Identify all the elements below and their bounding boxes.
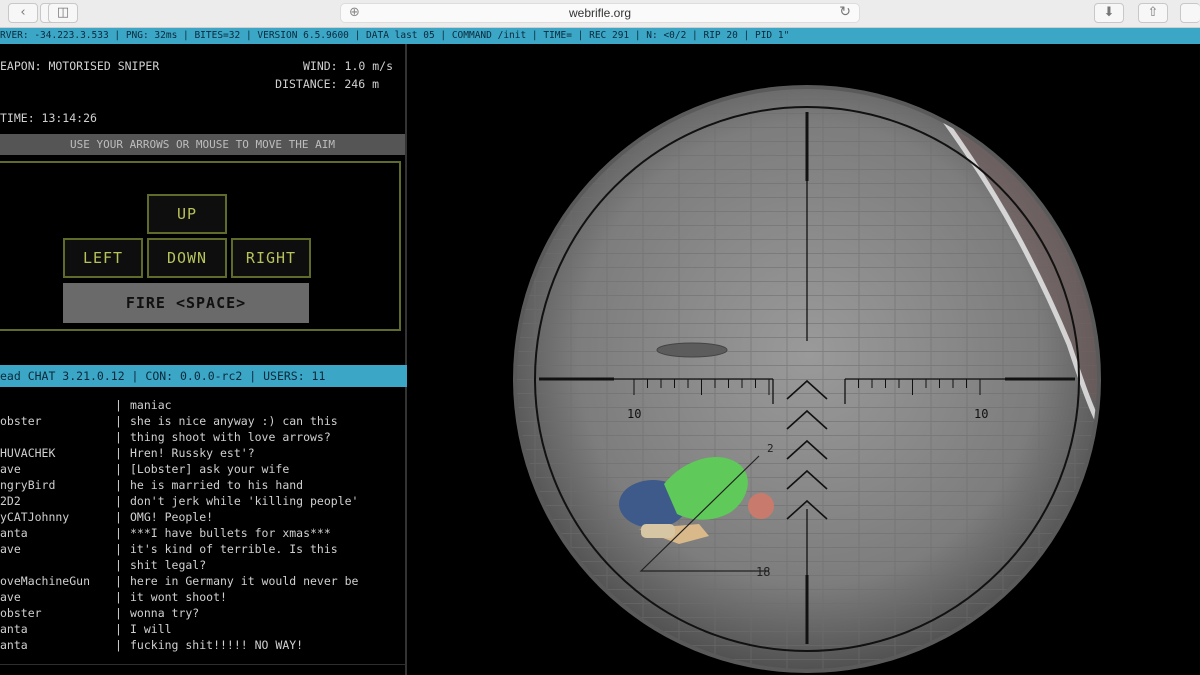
address-bar[interactable]: ⊕ webrifle.org ↻: [340, 3, 860, 23]
chat-separator: |: [115, 398, 122, 412]
right-mil-label: 10: [974, 407, 988, 421]
chat-message: ave | it wont shoot!: [0, 589, 405, 605]
chat-username: 2D2: [0, 494, 21, 508]
chat-separator: |: [115, 574, 122, 588]
back-button[interactable]: ‹: [8, 3, 38, 23]
chat-text: Hren! Russky est'?: [130, 446, 255, 460]
scope-view[interactable]: 18 2 10 10: [409, 44, 1200, 675]
chat-separator: |: [115, 414, 122, 428]
down-button[interactable]: DOWN: [147, 238, 227, 278]
chat-separator: |: [115, 430, 122, 444]
chat-log: | maniac obster | she is nice anyway :) can …: [0, 397, 405, 653]
chat-message: oveMachineGun | here in Germany it would n…: [0, 573, 405, 589]
chat-username: ave: [0, 542, 21, 556]
chat-text: it wont shoot!: [130, 590, 227, 604]
chat-message: 2D2 | don't jerk while 'killing people': [0, 493, 405, 509]
chat-username: obster: [0, 606, 42, 620]
left-button[interactable]: LEFT: [63, 238, 143, 278]
chat-text: thing shoot with love arrows?: [130, 430, 331, 444]
chat-text: shit legal?: [130, 558, 207, 572]
chat-message: ave | it's kind of terrible. Is this: [0, 541, 405, 557]
chat-message: | thing shoot with love arrows?: [0, 429, 405, 445]
chat-separator: |: [115, 494, 122, 508]
reload-icon[interactable]: ↻: [839, 4, 851, 20]
chat-input[interactable]: [0, 664, 405, 675]
up-button[interactable]: UP: [147, 194, 227, 234]
chat-separator: |: [115, 526, 122, 540]
right-button[interactable]: RIGHT: [231, 238, 311, 278]
chat-separator: |: [115, 542, 122, 556]
chat-username: yCATJohnny: [0, 510, 70, 524]
chat-message: anta | I will: [0, 621, 405, 637]
share-button[interactable]: ⇧: [1138, 3, 1168, 23]
tabs-button[interactable]: [1180, 3, 1200, 23]
chat-message: | shit legal?: [0, 557, 405, 573]
chat-message: ngryBird | he is married to his hand: [0, 477, 405, 493]
distance-readout: DISTANCE: 246 m: [275, 77, 379, 91]
manhole-shape: [656, 342, 728, 358]
chat-separator: |: [115, 590, 122, 604]
chat-message: obster | she is nice anyway :) can this: [0, 413, 405, 429]
aim-controls: UP LEFT DOWN RIGHT FIRE <SPACE>: [0, 161, 401, 331]
chat-username: oveMachineGun: [0, 574, 91, 588]
instructions-bar: USE YOUR ARROWS OR MOUSE TO MOVE THE AIM: [0, 134, 405, 155]
chat-text: OMG! People!: [130, 510, 214, 524]
browser-toolbar: ‹ › ◫ ⊕ webrifle.org ↻ ⬇ ⇧: [0, 0, 1200, 28]
chat-username: ave: [0, 590, 21, 604]
chat-text: I will: [130, 622, 172, 636]
chat-separator: |: [115, 462, 122, 476]
chat-separator: |: [115, 638, 122, 652]
wind-readout: WIND: 1.0 m/s: [302, 59, 393, 73]
left-mil-label: 10: [627, 407, 641, 421]
chat-text: she is nice anyway :) can this: [130, 414, 338, 428]
chat-text: ***I have bullets for xmas***: [130, 526, 331, 540]
chat-text: he is married to his hand: [130, 478, 304, 492]
chat-message: yCATJohnny | OMG! People!: [0, 509, 405, 525]
chat-text: it's kind of terrible. Is this: [130, 542, 338, 556]
range-label: 18: [756, 565, 770, 579]
chat-text: wonna try?: [130, 606, 200, 620]
chat-message: | maniac: [0, 397, 405, 413]
chat-text: here in Germany it would never be: [130, 574, 359, 588]
chat-username: anta: [0, 638, 28, 652]
chat-message: anta | fucking shit!!!!! NO WAY!: [0, 637, 405, 653]
chat-username: HUVACHEK: [0, 446, 56, 460]
chat-separator: |: [115, 622, 122, 636]
chat-message: ave | [Lobster] ask your wife: [0, 461, 405, 477]
chat-username: obster: [0, 414, 42, 428]
chat-username: ave: [0, 462, 21, 476]
download-button[interactable]: ⬇: [1094, 3, 1124, 23]
chat-username: ngryBird: [0, 478, 56, 492]
sidebar-toggle-button[interactable]: ◫: [48, 3, 78, 23]
chat-text: [Lobster] ask your wife: [130, 462, 290, 476]
chat-username: anta: [0, 622, 28, 636]
chat-separator: |: [115, 558, 122, 572]
weapon-label: EAPON: MOTORISED SNIPER: [0, 59, 160, 73]
angle-label: 2: [767, 442, 774, 455]
chat-text: fucking shit!!!!! NO WAY!: [130, 638, 304, 652]
chat-text: don't jerk while 'killing people': [130, 494, 359, 508]
chat-text: maniac: [130, 398, 172, 412]
status-ticker: RVER: -34.223.3.533 | PNG: 32ms | BITES=…: [0, 28, 1200, 44]
chat-separator: |: [115, 446, 122, 460]
chat-separator: |: [115, 478, 122, 492]
url-text: webrifle.org: [568, 6, 632, 20]
chat-separator: |: [115, 510, 122, 524]
chat-message: obster | wonna try?: [0, 605, 405, 621]
chat-message: anta | ***I have bullets for xmas***: [0, 525, 405, 541]
control-panel: EAPON: MOTORISED SNIPER WIND: 1.0 m/s DI…: [0, 44, 407, 675]
chat-username: anta: [0, 526, 28, 540]
chat-separator: |: [115, 606, 122, 620]
scope-reticle[interactable]: 18 2 10 10: [409, 44, 1200, 675]
fire-button[interactable]: FIRE <SPACE>: [63, 283, 309, 323]
time-readout: TIME: 13:14:26: [0, 111, 97, 125]
chat-header: ead CHAT 3.21.0.12 | CON: 0.0.0-rc2 | US…: [0, 365, 407, 387]
chat-message: HUVACHEK | Hren! Russky est'?: [0, 445, 405, 461]
